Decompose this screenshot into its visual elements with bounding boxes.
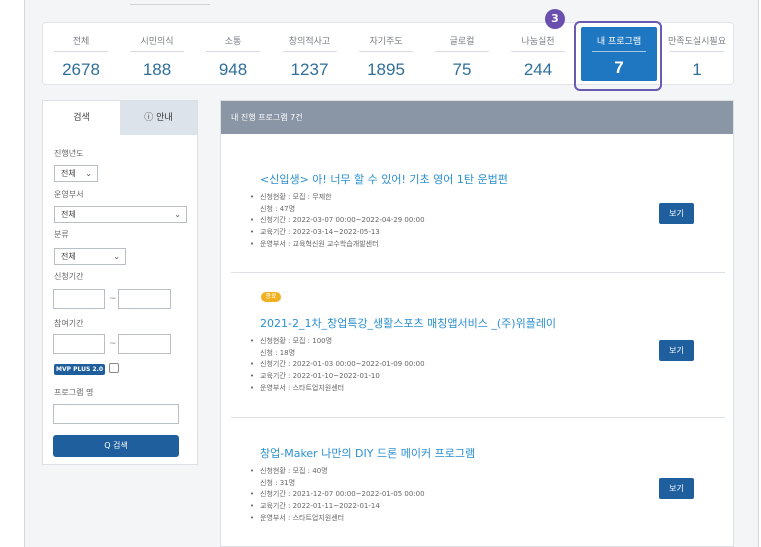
stat-underline — [670, 51, 724, 52]
stat-underline — [54, 51, 108, 52]
dept-select-value: 전체 — [61, 210, 76, 219]
program-apply-period: 신청기간 : 2022-01-03 00:00~2022-01-09 00:00 — [260, 360, 425, 369]
program-name-label: 프로그램 명 — [54, 388, 94, 397]
stat-label: 전체 — [72, 37, 90, 47]
program-status: 신청현황 : 모집 : 무제한 — [260, 193, 332, 201]
program-dept: 운영부서 : 교육혁신원 교수학습개발센터 — [260, 239, 379, 248]
stat-self-directed[interactable]: 자기주도 1895 — [348, 23, 424, 86]
stat-value: 948 — [218, 60, 248, 79]
program-details: • 신청현황 : 모집 : 40명 신청 : 31명 • 신청기간 : 2021-1… — [250, 467, 425, 522]
stat-label: 소통 — [224, 37, 242, 47]
stat-underline — [206, 51, 260, 52]
stat-underline — [435, 51, 489, 52]
stat-label: 만족도실시필요 — [668, 37, 726, 47]
program-name-input[interactable] — [53, 404, 179, 424]
program-edu-period: 교육기간 : 2022-01-10~2022-01-10 — [260, 372, 380, 381]
program-title[interactable]: 2021-2_1차_창업특강_생활스포츠 매칭앱서비스 _(주)위플레이 — [260, 315, 556, 331]
program-apply-period: 신청기간 : 2021-12-07 00:00~2022-01-05 00:00 — [260, 490, 425, 499]
stat-value: 244 — [523, 60, 553, 79]
stat-creative-thinking[interactable]: 창의적사고 1237 — [271, 23, 348, 86]
apply-end-input[interactable] — [118, 289, 171, 309]
stat-underline — [282, 51, 337, 52]
tab-search[interactable]: 검색 — [43, 101, 120, 135]
program-edu-period: 교육기간 : 2022-01-11~2022-01-14 — [260, 502, 380, 511]
step-marker: 3 — [545, 9, 565, 29]
divider — [231, 272, 725, 273]
program-details: • 신청현황 : 모집 : 무제한 신청 : 47명 • 신청기간 : 2022-0… — [250, 193, 425, 248]
program-applied: 신청 : 47명 — [260, 204, 296, 213]
stat-underline — [130, 51, 184, 52]
stat-label: 나눔실천 — [521, 37, 555, 47]
stat-label: 자기주도 — [369, 37, 403, 47]
participate-period-label: 참여기간 — [54, 319, 84, 328]
stat-communication[interactable]: 소통 948 — [195, 23, 271, 86]
stat-citizenship[interactable]: 시민의식 188 — [119, 23, 195, 86]
dept-select[interactable]: 전체 ⌄ — [54, 206, 187, 223]
stat-underline — [359, 51, 413, 52]
stat-value: 2678 — [62, 60, 100, 79]
search-tabs: 검색 ⓘ 안내 — [43, 101, 197, 135]
program-apply-period: 신청기간 : 2022-03-07 00:00~2022-04-29 00:00 — [260, 216, 425, 225]
program-details: • 신청현황 : 모집 : 100명 신청 : 18명 • 신청기간 : 2022-… — [250, 337, 425, 392]
category-select-value: 전체 — [61, 252, 76, 261]
program-applied: 신청 : 18명 — [260, 348, 296, 357]
stat-value: 1 — [692, 60, 702, 79]
apply-period-label: 신청기간 — [54, 272, 84, 281]
tab-guide[interactable]: ⓘ 안내 — [120, 101, 197, 135]
program-status: 신청현황 : 모집 : 100명 — [260, 337, 333, 345]
highlight-box — [574, 21, 662, 91]
mvp-plus-badge: MVP PLUS 2.0 — [54, 364, 105, 375]
program-edu-period: 교육기간 : 2022-03-14~2022-05-13 — [260, 228, 380, 237]
stat-all[interactable]: 전체 2678 — [43, 23, 119, 86]
view-button[interactable]: 보기 — [659, 203, 694, 224]
top-divider — [130, 0, 210, 5]
stat-value: 1895 — [367, 60, 405, 79]
apply-start-input[interactable] — [53, 289, 105, 309]
program-title[interactable]: 창업-Maker 나만의 DIY 드론 메이커 프로그램 — [260, 445, 475, 461]
dept-label: 운영부서 — [54, 190, 84, 199]
participate-end-input[interactable] — [118, 334, 171, 354]
year-select-value: 전체 — [61, 169, 76, 178]
view-button[interactable]: 보기 — [659, 478, 694, 499]
stat-value: 188 — [142, 60, 172, 79]
participate-start-input[interactable] — [53, 334, 105, 354]
category-select[interactable]: 전체 ⌄ — [54, 248, 126, 265]
category-label: 분류 — [54, 230, 69, 239]
stat-value: 1237 — [290, 60, 329, 79]
program-dept: 운영부서 : 스타트업지원센터 — [260, 383, 345, 392]
program-applied: 신청 : 31명 — [260, 478, 296, 487]
stat-label: 글로컬 — [449, 37, 475, 47]
stat-sharing[interactable]: 나눔실천 244 — [500, 23, 576, 86]
chevron-down-icon: ⌄ — [85, 169, 92, 178]
program-title[interactable]: <신입생> 아! 너무 할 수 있어! 기초 영어 1탄 운법편 — [260, 171, 508, 187]
stat-value: 75 — [452, 60, 472, 79]
program-status: 신청현황 : 모집 : 40명 — [260, 467, 328, 475]
stat-label: 창의적사고 — [288, 37, 331, 47]
status-badge: 종료 — [261, 292, 281, 302]
stat-glocal[interactable]: 글로컬 75 — [424, 23, 500, 86]
results-panel: 내 진행 프로그램 7건 <신입생> 아! 너무 할 수 있어! 기초 영어 1… — [220, 100, 734, 547]
stat-label: 시민의식 — [140, 37, 174, 47]
divider — [231, 417, 725, 418]
range-separator: ~ — [109, 294, 117, 304]
program-dept: 운영부서 : 스타트업지원센터 — [260, 513, 345, 522]
stat-underline — [511, 51, 565, 52]
search-button[interactable]: Q 검색 — [53, 435, 179, 457]
chevron-down-icon: ⌄ — [174, 210, 181, 219]
chevron-down-icon: ⌄ — [113, 252, 120, 261]
search-panel: 검색 ⓘ 안내 진행년도 전체 ⌄ 운영부서 전체 ⌄ 분류 전체 ⌄ 신청기간… — [42, 100, 198, 465]
view-button[interactable]: 보기 — [659, 340, 694, 361]
year-label: 진행년도 — [54, 149, 84, 158]
mvp-checkbox[interactable] — [109, 363, 119, 373]
range-separator: ~ — [109, 339, 117, 349]
results-header: 내 진행 프로그램 7건 — [221, 101, 733, 134]
stat-survey-needed[interactable]: 만족도실시필요 1 — [659, 23, 735, 86]
year-select[interactable]: 전체 ⌄ — [54, 165, 98, 182]
